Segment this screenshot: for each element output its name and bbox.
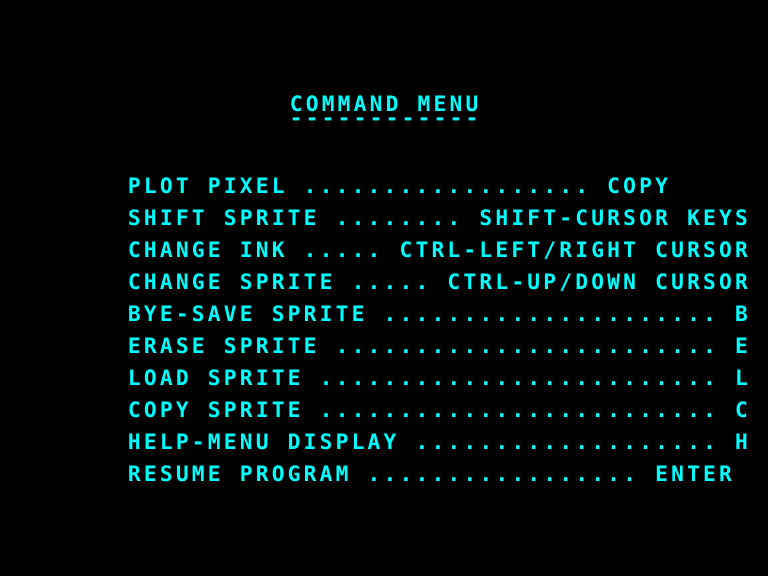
menu-item-load-sprite[interactable]: LOAD SPRITE ......................... L [64,348,748,388]
menu-item-shift-sprite[interactable]: SHIFT SPRITE ........ SHIFT-CURSOR KEYS [64,188,748,228]
menu-item-help-menu-display[interactable]: HELP-MENU DISPLAY ................... H [64,412,748,452]
menu-item-change-ink[interactable]: CHANGE INK ..... CTRL-LEFT/RIGHT CURSOR [64,220,748,260]
menu-item-bye-save-sprite[interactable]: BYE-SAVE SPRITE ..................... B [64,284,748,324]
menu-item-resume-program[interactable]: RESUME PROGRAM ................. ENTER [64,444,732,484]
menu-item-line: RESUME PROGRAM ................. ENTER [127,461,735,486]
menu-item-copy-sprite[interactable]: COPY SPRITE ......................... C [64,380,748,420]
menu-item-erase-sprite[interactable]: ERASE SPRITE ........................ E [64,316,748,356]
title-underline: ------------ [289,105,482,130]
menu-item-plot-pixel[interactable]: PLOT PIXEL .................. COPY [64,156,704,196]
menu-item-change-sprite[interactable]: CHANGE SPRITE ..... CTRL-UP/DOWN CURSOR [64,252,748,292]
command-menu-screen: COMMAND MENU ------------ PLOT PIXEL ...… [0,0,768,576]
